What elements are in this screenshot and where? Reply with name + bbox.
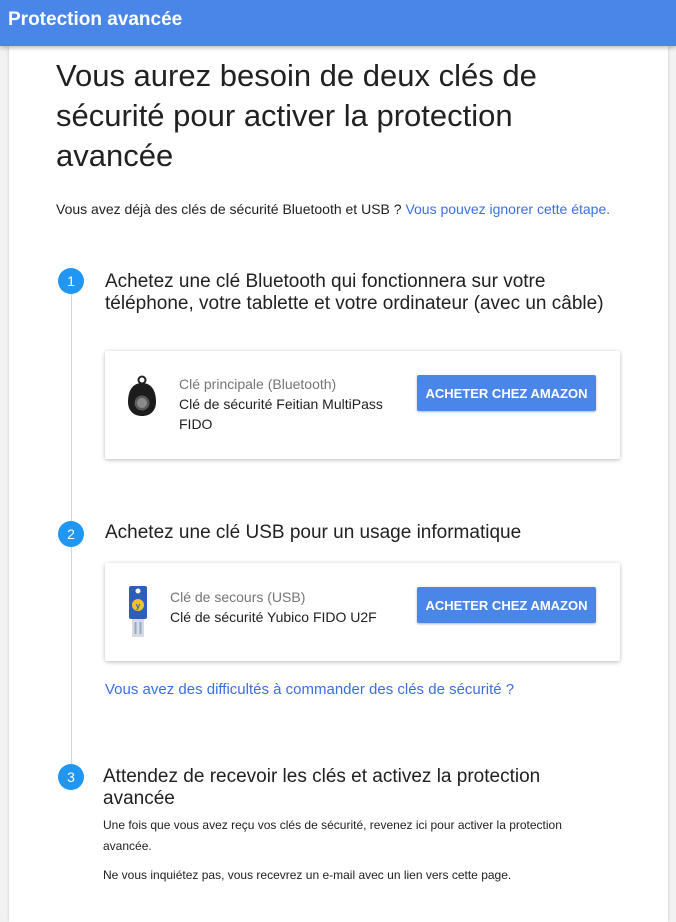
skip-step-link[interactable]: Vous pouvez ignorer cette étape. [405, 201, 610, 217]
buy-bluetooth-key-button[interactable]: ACHETER CHEZ AMAZON [417, 375, 596, 411]
step-2-title: Achetez une clé USB pour un usage inform… [105, 522, 522, 543]
usb-key-icon: y [129, 586, 147, 637]
card-key-name: Clé de sécurité Feitian MultiPass FIDO [179, 396, 383, 432]
buy-usb-key-button[interactable]: ACHETER CHEZ AMAZON [417, 587, 596, 623]
card-key-type: Clé principale (Bluetooth) [179, 376, 337, 392]
intro-paragraph: Vous avez déjà des clés de sécurité Blue… [56, 199, 646, 219]
bluetooth-key-card: Clé principale (Bluetooth) Clé de sécuri… [105, 351, 620, 459]
content-panel: Vous aurez besoin de deux clés de sécuri… [9, 46, 668, 922]
bluetooth-key-icon [128, 375, 156, 416]
step-3-title: Attendez de recevoir les clés et activez… [103, 766, 541, 809]
step-1-title: Achetez une clé Bluetooth qui fonctionne… [105, 271, 604, 314]
top-app-bar: Protection avancée [0, 0, 676, 46]
page-title: Vous aurez besoin de deux clés de sécuri… [56, 58, 537, 173]
step-3-paragraph-1: Une fois que vous avez reçu vos clés de … [103, 818, 562, 853]
card-key-type: Clé de secours (USB) [170, 589, 306, 605]
app-title: Protection avancée [8, 9, 183, 30]
svg-text:y: y [136, 602, 141, 611]
usb-key-card: y Clé de secours (USB) Clé de sécurité Y… [105, 563, 620, 661]
ordering-help-link[interactable]: Vous avez des difficultés à commander de… [105, 680, 514, 700]
step-1-badge: 1 [58, 268, 84, 294]
step-3-paragraph-2: Ne vous inquiétez pas, vous recevrez un … [103, 868, 512, 882]
step-2-badge: 2 [58, 521, 84, 547]
card-key-name: Clé de sécurité Yubico FIDO U2F [170, 609, 377, 625]
intro-text: Vous avez déjà des clés de sécurité Blue… [56, 201, 406, 217]
step-3-badge: 3 [58, 764, 84, 790]
